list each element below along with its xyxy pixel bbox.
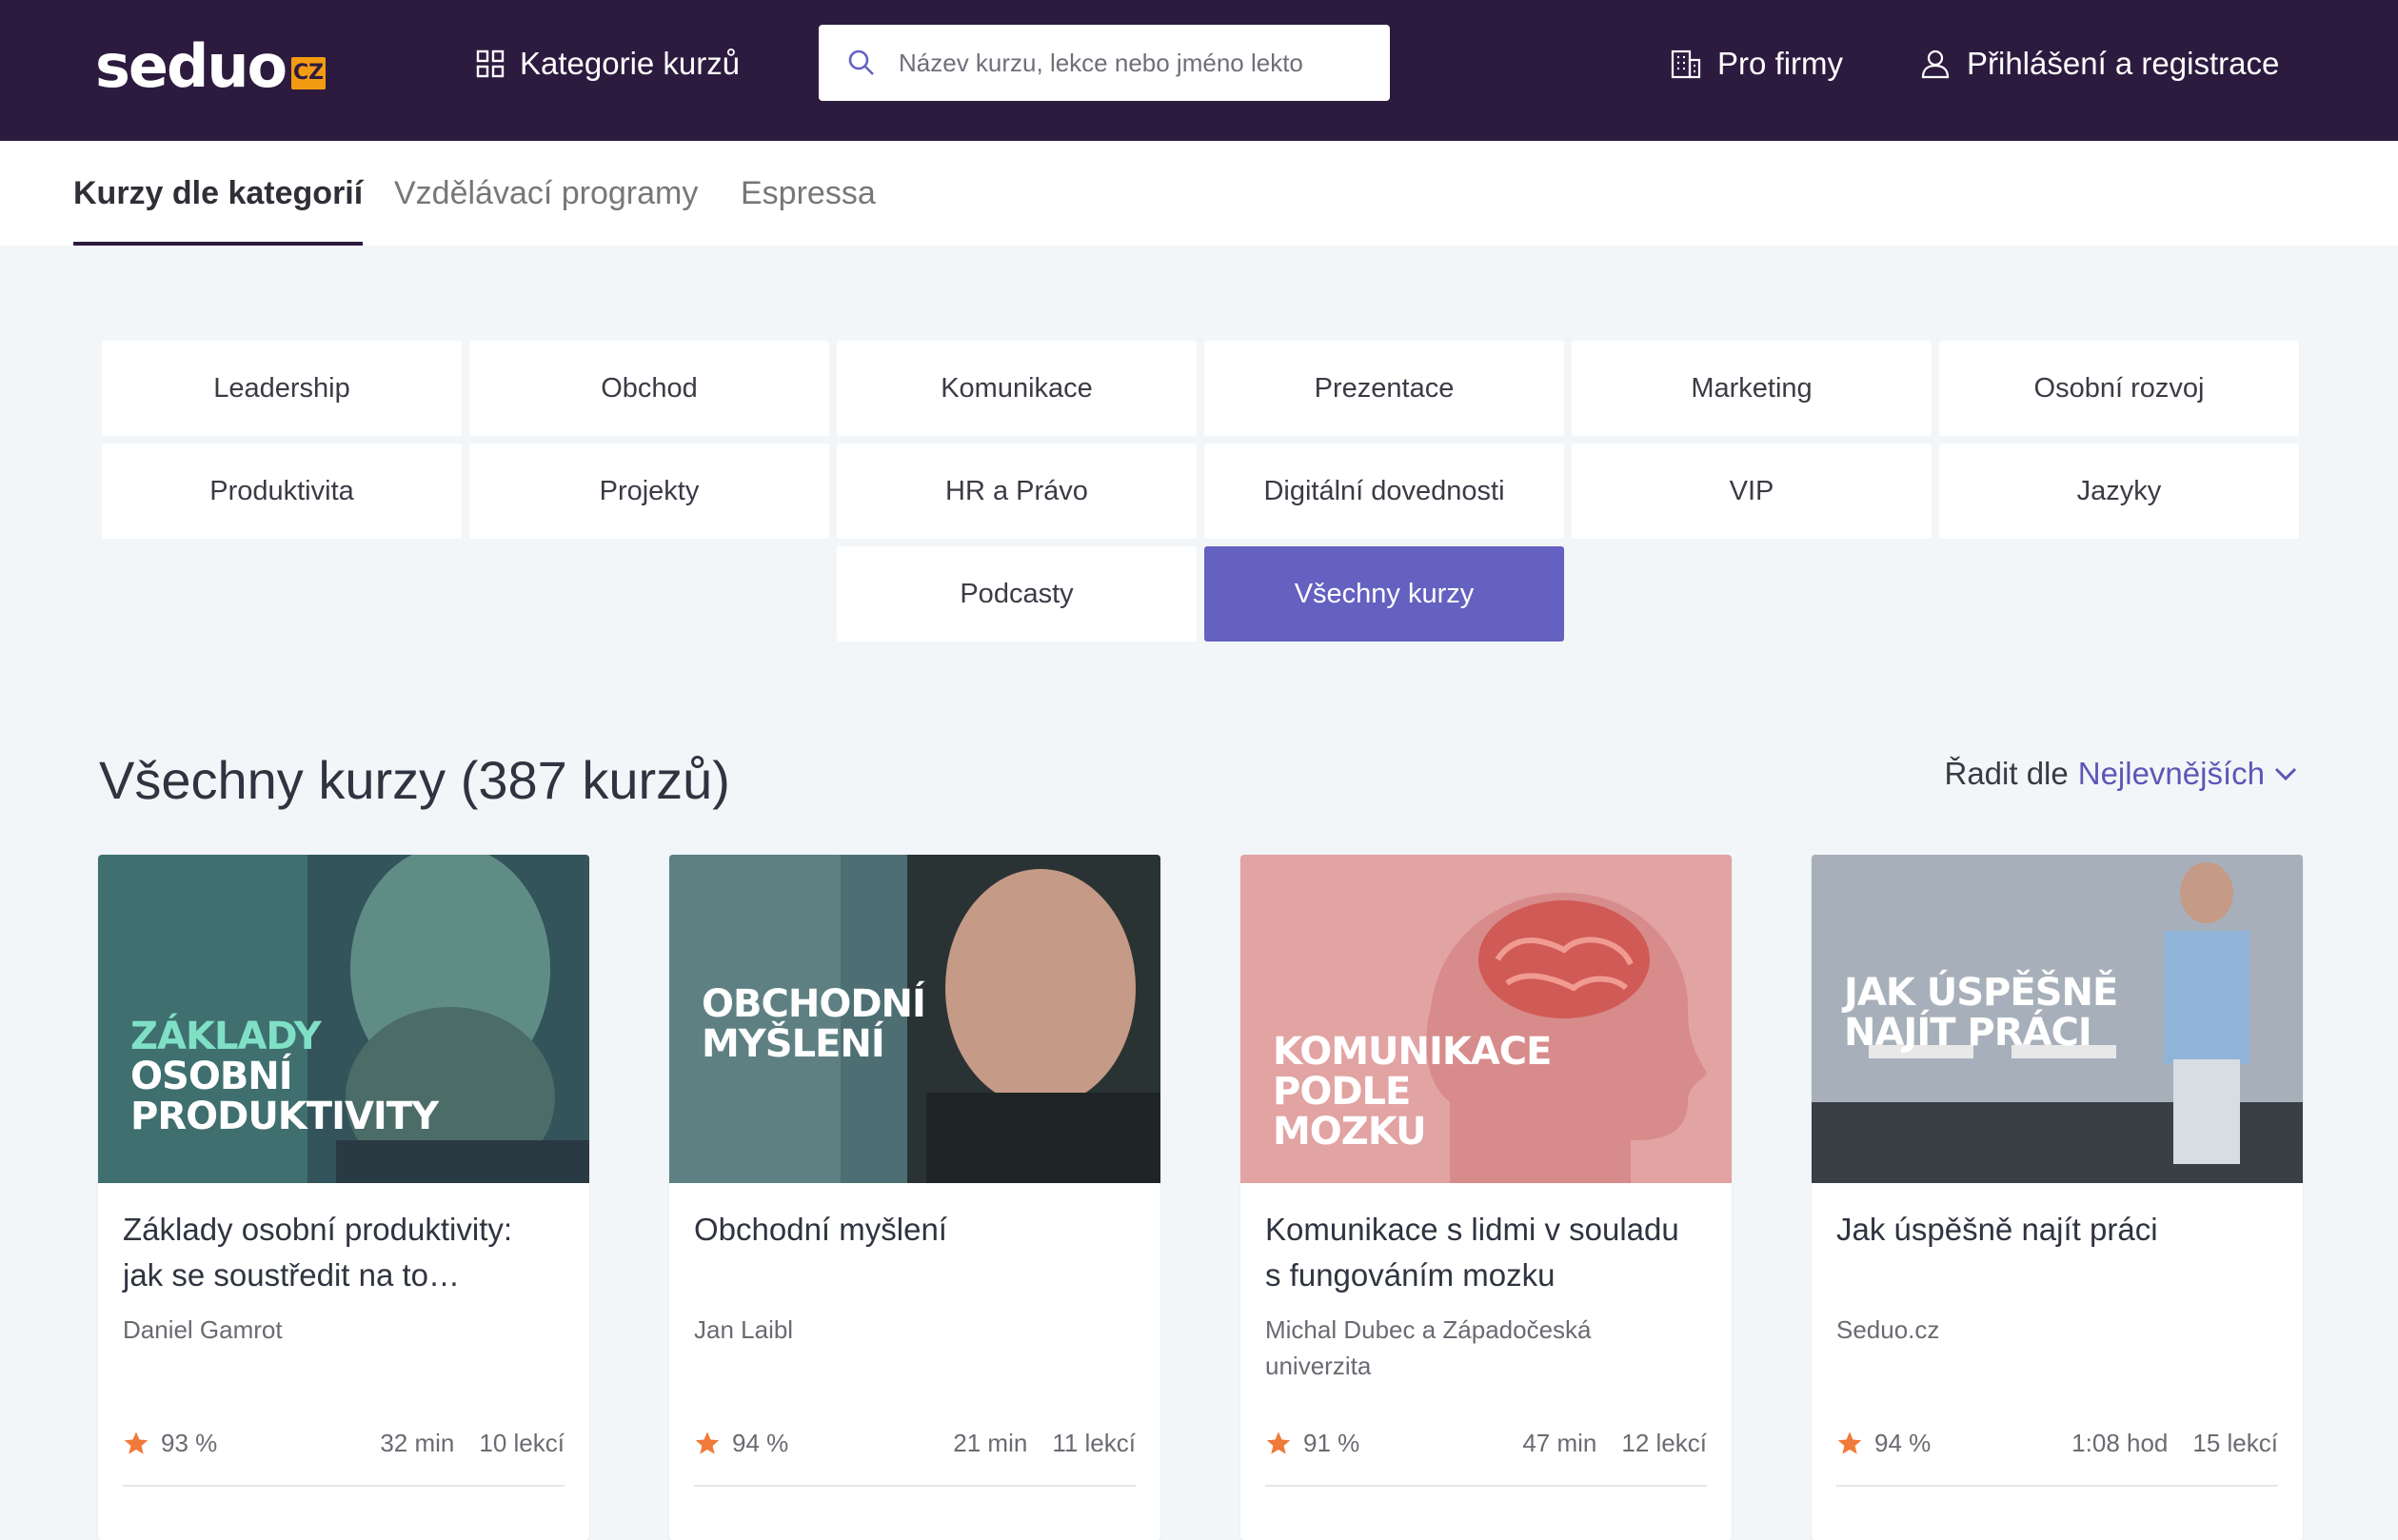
category-podcasty[interactable]: Podcasty: [837, 546, 1197, 642]
course-author: Daniel Gamrot: [123, 1315, 283, 1344]
category-hr-a-pravo[interactable]: HR a Právo: [837, 444, 1197, 539]
sort-label: Řadit dle: [1944, 756, 2069, 791]
course-meta: 94 % 1:08 hod 15 lekcí: [1836, 1424, 2278, 1462]
thumbnail-title-line: MOZKU: [1273, 1110, 1427, 1154]
course-thumbnail: JAK ÚSPĚŠNĚ NAJÍT PRÁCI: [1812, 855, 2303, 1183]
thumbnail-title-line: PRODUKTIVITY: [130, 1095, 439, 1138]
course-meta: 91 % 47 min 12 lekcí: [1265, 1424, 1707, 1462]
tab-courses-by-category[interactable]: Kurzy dle kategorií: [73, 141, 364, 246]
thumbnail-title: JAK ÚSPĚŠNĚ NAJÍT PRÁCI: [1844, 971, 2118, 1055]
star-icon: [1837, 1431, 1862, 1454]
card-divider: [1265, 1485, 1707, 1487]
thumbnail-title: OBCHODNÍ MYŠLENÍ: [702, 982, 926, 1066]
course-title[interactable]: Jak úspěšně najít práci: [1836, 1207, 2274, 1253]
course-thumbnail: ZÁKLADY OSOBNÍ PRODUKTIVITY: [98, 855, 589, 1183]
thumbnail-title-line: ZÁKLADY: [130, 1015, 322, 1058]
category-digitalni-dovednosti[interactable]: Digitální dovednosti: [1204, 444, 1564, 539]
user-icon: [1921, 49, 1950, 79]
logo-badge: CZ: [291, 57, 327, 89]
course-title[interactable]: Komunikace s lidmi v souladu s fungování…: [1265, 1207, 1703, 1298]
sort-value: Nejlevnějších: [2077, 756, 2265, 791]
category-obchod[interactable]: Obchod: [469, 341, 829, 436]
login-register-link[interactable]: Přihlášení a registrace: [1919, 38, 2279, 89]
category-marketing[interactable]: Marketing: [1572, 341, 1932, 436]
course-thumbnail: KOMUNIKACE PODLE MOZKU: [1240, 855, 1732, 1183]
category-osobni-rozvoj[interactable]: Osobní rozvoj: [1939, 341, 2299, 436]
tab-espressa[interactable]: Espressa: [741, 141, 876, 246]
course-card[interactable]: OBCHODNÍ MYŠLENÍ Obchodní myšlení Jan La…: [669, 855, 1160, 1540]
search-icon: [848, 49, 874, 75]
star-icon: [695, 1431, 720, 1454]
card-divider: [1836, 1485, 2278, 1487]
building-icon: [1671, 49, 1701, 79]
course-rating: 94 %: [732, 1428, 789, 1457]
star-icon: [1266, 1431, 1291, 1454]
thumbnail-title: ZÁKLADY OSOBNÍ PRODUKTIVITY: [130, 1015, 439, 1138]
search-input[interactable]: [897, 47, 1377, 79]
card-divider: [123, 1485, 565, 1487]
thumbnail-title-line: MYŠLENÍ: [702, 1022, 885, 1066]
course-duration: 47 min: [1522, 1428, 1597, 1457]
grid-icon: [476, 49, 505, 78]
course-rating: 93 %: [161, 1428, 218, 1457]
course-rating: 94 %: [1874, 1428, 1932, 1457]
thumbnail-title: KOMUNIKACE PODLE MOZKU: [1273, 1030, 1552, 1154]
thumbnail-title-line: PODLE: [1273, 1070, 1411, 1114]
thumbnail-title-line: KOMUNIKACE: [1273, 1030, 1552, 1074]
category-produktivita[interactable]: Produktivita: [102, 444, 462, 539]
category-komunikace[interactable]: Komunikace: [837, 341, 1197, 436]
thumbnail-title-line: JAK ÚSPĚŠNĚ: [1844, 971, 2118, 1015]
course-author: Seduo.cz: [1836, 1315, 1940, 1344]
thumbnail-title-line: NAJÍT PRÁCI: [1844, 1011, 2092, 1055]
course-meta: 94 % 21 min 11 lekcí: [694, 1424, 1136, 1462]
category-jazyky[interactable]: Jazyky: [1939, 444, 2299, 539]
course-lessons: 12 lekcí: [1621, 1428, 1707, 1457]
thumbnail-title-line: OBCHODNÍ: [702, 982, 926, 1026]
seduo-logo[interactable]: seduo CZ: [95, 31, 327, 101]
categories-menu-label: Kategorie kurzů: [520, 46, 741, 81]
category-vsechny-kurzy[interactable]: Všechny kurzy: [1204, 546, 1564, 642]
login-register-label: Přihlášení a registrace: [1967, 46, 2280, 81]
card-divider: [694, 1485, 1136, 1487]
course-duration: 32 min: [380, 1428, 455, 1457]
course-title[interactable]: Základy osobní produktivity: jak se sous…: [123, 1207, 561, 1298]
course-lessons: 10 lekcí: [479, 1428, 565, 1457]
tab-bar: Kurzy dle kategorií Vzdělávací programy …: [0, 141, 2398, 246]
course-title[interactable]: Obchodní myšlení: [694, 1207, 1132, 1253]
chevron-down-icon: [2274, 767, 2297, 781]
categories-menu-button[interactable]: Kategorie kurzů: [476, 38, 740, 89]
course-duration: 1:08 hod: [2071, 1428, 2169, 1457]
category-leadership[interactable]: Leadership: [102, 341, 462, 436]
course-meta: 93 % 32 min 10 lekcí: [123, 1424, 565, 1462]
category-prezentace[interactable]: Prezentace: [1204, 341, 1564, 436]
course-rating: 91 %: [1303, 1428, 1360, 1457]
business-link-label: Pro firmy: [1717, 46, 1843, 81]
listing-heading: Všechny kurzy (387 kurzů): [99, 750, 730, 810]
business-link[interactable]: Pro firmy: [1670, 38, 1843, 89]
course-duration: 21 min: [953, 1428, 1028, 1457]
course-lessons: 11 lekcí: [1052, 1428, 1136, 1457]
course-card[interactable]: ZÁKLADY OSOBNÍ PRODUKTIVITY Základy osob…: [98, 855, 589, 1540]
course-author: Michal Dubec a Západočeská univerzita: [1265, 1315, 1592, 1380]
category-projekty[interactable]: Projekty: [469, 444, 829, 539]
tab-education-programs[interactable]: Vzdělávací programy: [394, 141, 698, 246]
top-navigation-bar: seduo CZ Kategorie kurzů Pro firmy Přihl…: [0, 0, 2398, 141]
course-card[interactable]: KOMUNIKACE PODLE MOZKU Komunikace s lidm…: [1240, 855, 1732, 1540]
category-vip[interactable]: VIP: [1572, 444, 1932, 539]
logo-text: seduo: [95, 31, 287, 101]
course-thumbnail: OBCHODNÍ MYŠLENÍ: [669, 855, 1160, 1183]
star-icon: [124, 1431, 149, 1454]
thumbnail-title-line: OSOBNÍ: [130, 1055, 293, 1098]
course-author: Jan Laibl: [694, 1315, 794, 1344]
course-card[interactable]: JAK ÚSPĚŠNĚ NAJÍT PRÁCI Jak úspěšně nají…: [1812, 855, 2303, 1540]
search-box[interactable]: [819, 25, 1390, 101]
course-lessons: 15 lekcí: [2192, 1428, 2278, 1457]
sort-dropdown[interactable]: Řadit dle Nejlevnějších: [1944, 750, 2299, 798]
